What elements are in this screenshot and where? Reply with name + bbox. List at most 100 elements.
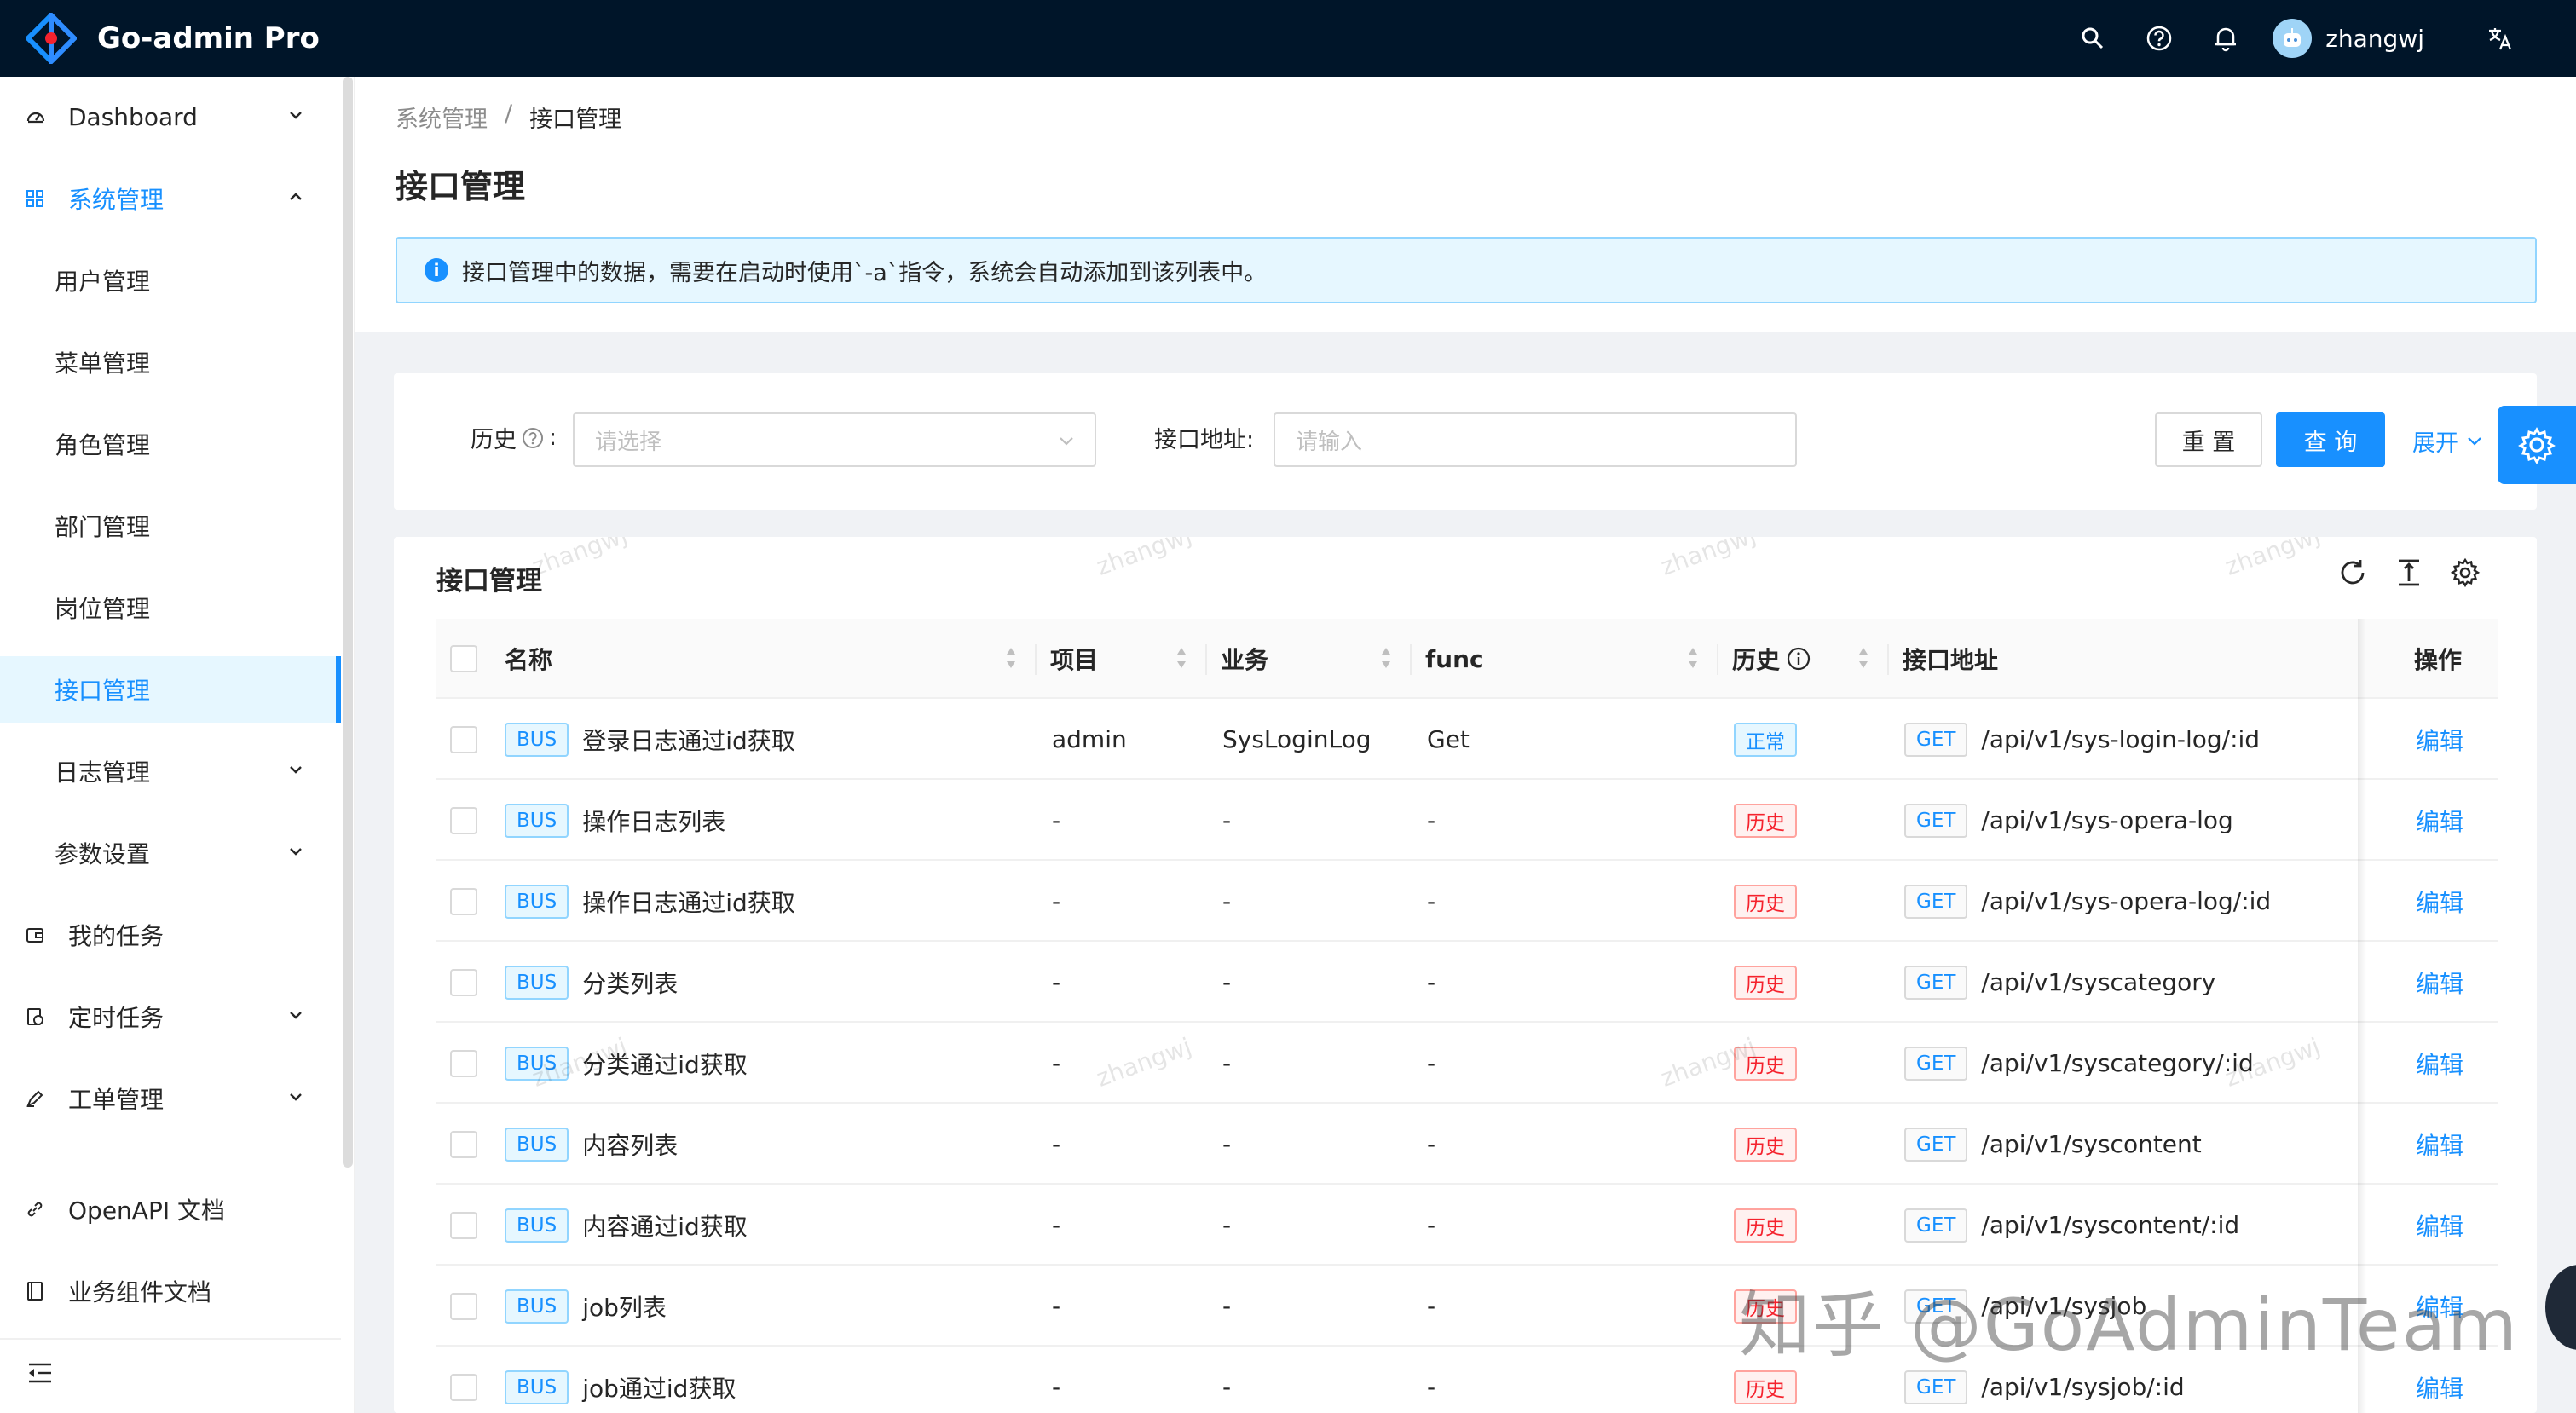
method-tag: GET xyxy=(1904,722,1968,757)
reload-icon[interactable] xyxy=(2337,557,2368,591)
project-cell: admin xyxy=(1052,725,1127,753)
edit-link[interactable]: 编辑 xyxy=(2416,966,2463,1000)
bell-icon[interactable] xyxy=(2192,0,2259,77)
column-height-icon[interactable] xyxy=(2394,557,2424,591)
row-checkbox[interactable] xyxy=(450,1292,477,1320)
edit-link[interactable]: 编辑 xyxy=(2416,1128,2463,1162)
user-watermark: zhangwj xyxy=(1656,537,1759,581)
status-badge: 历史 xyxy=(1734,1046,1797,1081)
menu-fold-icon[interactable] xyxy=(27,1362,53,1387)
column-header-func[interactable]: func xyxy=(1425,619,1484,699)
table-row: BUS job列表 - - - 历史 GET/api/v1/sysjob 编辑 xyxy=(436,1266,2498,1347)
chevron-up-icon xyxy=(290,193,302,200)
sort-icon[interactable] xyxy=(1686,643,1700,673)
row-checkbox[interactable] xyxy=(450,1130,477,1158)
project-cell: - xyxy=(1052,806,1061,834)
row-checkbox[interactable] xyxy=(450,725,477,753)
sidebar-item-menus[interactable]: 菜单管理 xyxy=(0,329,341,395)
table-row: BUS 登录日志通过id获取 admin SysLoginLog Get 正常 GET/ap… xyxy=(436,699,2498,780)
table-title: 接口管理 xyxy=(436,566,542,597)
api-path: /api/v1/syscontent xyxy=(1981,1130,2202,1158)
sidebar-item-label: Dashboard xyxy=(68,102,198,131)
func-cell: - xyxy=(1427,1130,1436,1158)
breadcrumb-item-current: 接口管理 xyxy=(529,107,622,133)
settings-drawer-button[interactable] xyxy=(2498,406,2576,484)
business-cell: SysLoginLog xyxy=(1222,725,1372,753)
row-checkbox[interactable] xyxy=(450,968,477,996)
edit-link[interactable]: 编辑 xyxy=(2416,723,2463,757)
select-all-checkbox[interactable] xyxy=(450,645,477,672)
sidebar-item-logs[interactable]: 日志管理 xyxy=(0,738,341,805)
app-title: Go-admin Pro xyxy=(97,21,320,55)
api-path: /api/v1/sys-opera-log/:id xyxy=(1981,887,2272,915)
func-cell: - xyxy=(1427,806,1436,834)
sidebar-item-departments[interactable]: 部门管理 xyxy=(0,493,341,559)
column-header-history[interactable]: 历史 xyxy=(1732,619,1811,699)
path-input[interactable]: 请输入 xyxy=(1274,412,1797,467)
sidebar-item-dashboard[interactable]: Dashboard xyxy=(0,84,341,150)
sidebar-item-roles[interactable]: 角色管理 xyxy=(0,411,341,477)
sidebar-item-work-orders[interactable]: 工单管理 xyxy=(0,1065,341,1132)
column-header-name[interactable]: 名称 xyxy=(505,619,552,699)
search-icon[interactable] xyxy=(2059,0,2126,77)
column-settings-icon[interactable] xyxy=(2450,557,2481,591)
edit-link[interactable]: 编辑 xyxy=(2416,804,2463,838)
api-name: 操作日志列表 xyxy=(582,807,726,836)
project-cell: - xyxy=(1052,1292,1061,1320)
expand-toggle[interactable]: 展开 xyxy=(2412,424,2484,458)
sidebar-item-openapi-docs[interactable]: OpenAPI 文档 xyxy=(0,1176,341,1243)
column-header-project[interactable]: 项目 xyxy=(1050,619,1098,699)
edit-link[interactable]: 编辑 xyxy=(2416,1047,2463,1081)
edit-link[interactable]: 编辑 xyxy=(2416,1289,2463,1324)
edit-link[interactable]: 编辑 xyxy=(2416,885,2463,919)
bus-tag: BUS xyxy=(505,1046,569,1081)
api-path: /api/v1/sysjob xyxy=(1981,1292,2147,1320)
sidebar-item-apis[interactable]: 接口管理 xyxy=(0,656,341,723)
sidebar-item-scheduled-tasks[interactable]: 定时任务 xyxy=(0,983,341,1050)
username[interactable]: zhangwj xyxy=(2325,25,2424,53)
sort-icon[interactable] xyxy=(1175,643,1188,673)
avatar[interactable] xyxy=(2273,19,2313,58)
sidebar-item-label: 业务组件文档 xyxy=(68,1278,212,1306)
status-badge: 历史 xyxy=(1734,1208,1797,1243)
column-header-business[interactable]: 业务 xyxy=(1221,619,1268,699)
row-checkbox[interactable] xyxy=(450,887,477,915)
sort-icon[interactable] xyxy=(1004,643,1018,673)
info-circle-icon[interactable] xyxy=(1787,647,1811,671)
breadcrumb-separator: / xyxy=(505,101,513,127)
floating-chat-button[interactable] xyxy=(2545,1265,2576,1350)
bus-tag: BUS xyxy=(505,884,569,919)
sidebar-item-params[interactable]: 参数设置 xyxy=(0,820,341,886)
sidebar-item-my-tasks[interactable]: 我的任务 xyxy=(0,902,341,968)
row-checkbox[interactable] xyxy=(450,806,477,834)
row-checkbox[interactable] xyxy=(450,1373,477,1401)
sidebar-scrollbar[interactable] xyxy=(343,77,353,1168)
help-icon[interactable] xyxy=(2126,0,2192,77)
bus-tag: BUS xyxy=(505,1208,569,1243)
status-badge: 历史 xyxy=(1734,1127,1797,1162)
sidebar-item-label: 参数设置 xyxy=(55,840,151,868)
table-header: 名称 项目 业务 func 历史 接口地址 操作 xyxy=(436,619,2498,699)
sort-icon[interactable] xyxy=(1379,643,1393,673)
sort-icon[interactable] xyxy=(1857,643,1870,673)
history-select[interactable]: 请选择 xyxy=(573,412,1096,467)
sidebar-item-users[interactable]: 用户管理 xyxy=(0,247,341,314)
reset-button[interactable]: 重 置 xyxy=(2155,412,2262,467)
question-circle-icon[interactable] xyxy=(522,427,544,449)
edit-link[interactable]: 编辑 xyxy=(2416,1208,2463,1243)
sidebar-item-component-docs[interactable]: 业务组件文档 xyxy=(0,1258,341,1324)
edit-link[interactable]: 编辑 xyxy=(2416,1370,2463,1404)
row-checkbox[interactable] xyxy=(450,1211,477,1239)
row-checkbox[interactable] xyxy=(450,1049,477,1077)
robot-avatar-icon xyxy=(2284,28,2302,47)
sidebar-item-label: 接口管理 xyxy=(55,677,151,705)
translate-icon[interactable] xyxy=(2467,0,2533,77)
appstore-icon xyxy=(26,189,60,208)
sidebar-item-system[interactable]: 系统管理 xyxy=(0,165,341,232)
expand-label: 展开 xyxy=(2412,430,2458,457)
status-badge: 历史 xyxy=(1734,884,1797,919)
query-button[interactable]: 查 询 xyxy=(2276,412,2385,467)
logo[interactable]: Go-admin Pro xyxy=(26,13,320,64)
breadcrumb-item-system[interactable]: 系统管理 xyxy=(396,101,488,134)
sidebar-item-posts[interactable]: 岗位管理 xyxy=(0,574,341,641)
